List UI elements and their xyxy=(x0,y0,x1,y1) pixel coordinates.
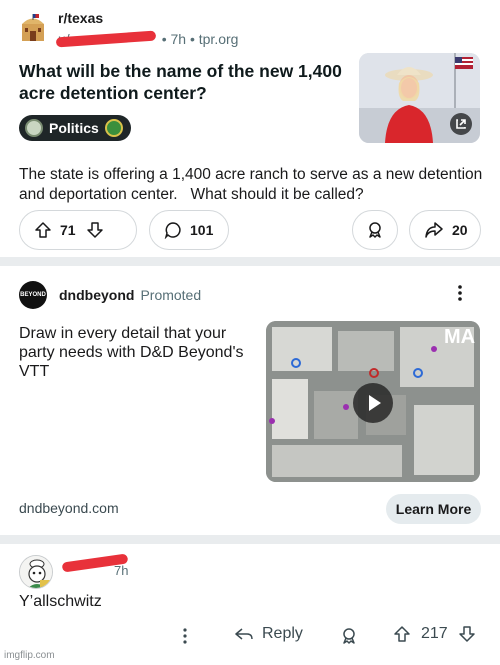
subreddit-name[interactable]: r/texas xyxy=(58,10,238,26)
post-byline: u/• 7h • tpr.org xyxy=(55,30,239,48)
comments-button[interactable]: 101 xyxy=(149,210,229,250)
arrow-up-icon[interactable] xyxy=(34,221,52,239)
byline-separator: • xyxy=(189,31,195,47)
comment-score: 217 xyxy=(421,625,448,642)
more-vertical-icon[interactable] xyxy=(456,284,464,302)
advertiser-logo-text: BEYOND xyxy=(20,292,46,298)
award-icon[interactable] xyxy=(340,627,358,650)
feed-divider xyxy=(0,257,500,266)
reply-button[interactable]: Reply xyxy=(234,625,303,643)
avatar[interactable] xyxy=(19,555,53,589)
comment-time: 7h xyxy=(114,563,129,578)
ad-text: Draw in every detail that your party nee… xyxy=(19,325,244,380)
advertiser-name[interactable]: dndbeyond xyxy=(59,287,134,303)
post-body: The state is offering a 1,400 acre ranch… xyxy=(19,166,487,203)
comment-text: Y’allschwitz xyxy=(19,593,102,610)
arrow-up-icon[interactable] xyxy=(393,625,411,643)
external-link-icon[interactable] xyxy=(450,113,472,135)
comment-card: 7h Y’allschwitz Reply 217 xyxy=(0,545,500,665)
post-title[interactable]: What will be the name of the new 1,400 a… xyxy=(19,60,344,104)
byline-separator: • xyxy=(161,31,167,47)
promoted-ad-card[interactable]: BEYOND dndbeyond Promoted Draw in every … xyxy=(0,266,500,534)
share-button[interactable]: 20 xyxy=(409,210,481,250)
share-count: 20 xyxy=(452,222,468,238)
reply-label: Reply xyxy=(262,625,303,642)
comment-vote-control: 217 xyxy=(393,625,476,643)
feed-divider xyxy=(0,535,500,544)
redaction-mark xyxy=(55,30,157,48)
svg-text:MA: MA xyxy=(444,326,475,348)
post-header: r/texas u/• 7h • tpr.org xyxy=(18,10,238,48)
post-action-bar: 71 101 20 xyxy=(19,210,481,250)
comment-action-bar: Reply 217 xyxy=(0,625,500,649)
arrow-down-icon[interactable] xyxy=(458,625,476,643)
play-icon[interactable] xyxy=(353,383,393,423)
post-score: 71 xyxy=(60,222,76,238)
award-icon xyxy=(366,221,384,239)
promoted-label: Promoted xyxy=(140,287,202,303)
watermark: imgflip.com xyxy=(4,650,55,661)
post-time: 7h xyxy=(170,31,187,47)
post-flair[interactable]: Politics xyxy=(19,115,131,141)
award-button[interactable] xyxy=(352,210,398,250)
arrow-down-icon[interactable] xyxy=(86,221,104,239)
speech-bubble-icon xyxy=(164,221,182,239)
avatar-image xyxy=(20,556,52,588)
post-domain[interactable]: tpr.org xyxy=(199,31,239,47)
reply-arrow-icon xyxy=(234,626,254,642)
subreddit-icon[interactable] xyxy=(18,14,48,44)
texas-seal-icon xyxy=(104,119,123,137)
flair-label: Politics xyxy=(49,120,99,136)
learn-more-button[interactable]: Learn More xyxy=(386,494,481,524)
texas-seal-icon xyxy=(25,119,43,137)
ad-header: BEYOND dndbeyond Promoted xyxy=(19,281,201,309)
ad-domain[interactable]: dndbeyond.com xyxy=(19,500,119,516)
advertiser-logo[interactable]: BEYOND xyxy=(19,281,47,309)
ad-media[interactable]: MA xyxy=(266,321,480,482)
comment-count: 101 xyxy=(190,222,214,238)
share-arrow-icon xyxy=(424,221,444,239)
post-card[interactable]: r/texas u/• 7h • tpr.org What will be th… xyxy=(0,0,500,257)
alamo-icon xyxy=(22,14,44,41)
vote-control: 71 xyxy=(19,210,137,250)
more-vertical-icon[interactable] xyxy=(182,627,188,645)
post-thumbnail[interactable] xyxy=(359,53,480,143)
